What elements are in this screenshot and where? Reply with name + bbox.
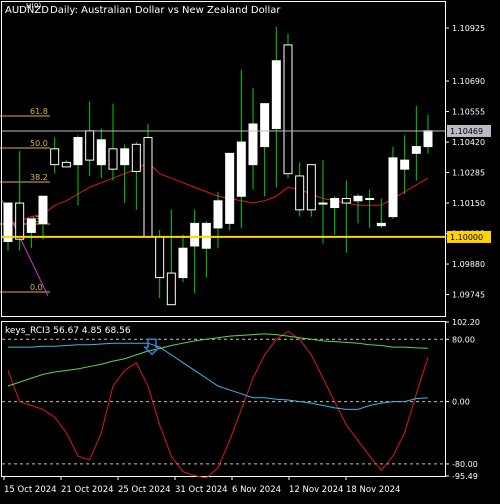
candle-body-bear: [295, 175, 305, 211]
timeframe-tag: H(0): [26, 2, 41, 10]
candle-body-bull: [213, 200, 223, 229]
candle-body-bull: [353, 195, 363, 202]
candle-body-bull: [248, 123, 258, 166]
time-tick-label: 15 Oct 2024: [4, 485, 57, 495]
indicator-tick-label: 0.00: [452, 398, 470, 407]
candle: [388, 146, 398, 219]
indicator-title: keys_RCI3 56.67 4.85 68.56: [5, 326, 131, 336]
candle-body-bull: [236, 141, 246, 197]
time-tick-label: 12 Nov 2024: [289, 485, 343, 495]
indicator-tick-label: 80.00: [452, 335, 475, 344]
time-tick-label: 25 Oct 2024: [118, 485, 171, 495]
candle: [283, 33, 293, 179]
candle-body-bear: [306, 164, 316, 211]
candle: [225, 152, 235, 231]
chart-canvas[interactable]: 61.850.038.223.60.0 1.109251.106901.1055…: [0, 0, 500, 500]
price-tick-label: 1.10690: [452, 77, 485, 86]
time-tick-label: 31 Oct 2024: [175, 485, 228, 495]
candle-body-bear: [15, 202, 25, 240]
price-tick-label: 1.10420: [452, 138, 485, 147]
candle-body-bear: [166, 272, 176, 306]
price-tick-label: 1.10555: [452, 108, 485, 117]
price-tick-label: 1.10285: [452, 169, 485, 178]
candle-body-bull: [120, 148, 130, 166]
trading-chart[interactable]: 61.850.038.223.60.0 1.109251.106901.1055…: [0, 0, 500, 500]
price-tick-label: 1.09745: [452, 291, 485, 300]
candle-body-bull: [201, 222, 211, 249]
chart-title: Daily: Australian Dollar vs New Zealand …: [50, 5, 281, 16]
time-tick-label: 6 Nov 2024: [232, 485, 281, 495]
fib-level-label: 38.2: [30, 173, 48, 182]
candle-body-bull: [260, 103, 270, 148]
candle-body-bull: [26, 218, 36, 233]
candle-body-bull: [411, 146, 421, 154]
candle-body-bull: [3, 202, 13, 242]
candle-body-bear: [155, 236, 165, 279]
candle: [143, 123, 153, 238]
candle-body-bull: [190, 222, 200, 247]
candle: [306, 164, 316, 217]
candle-body-bear: [341, 198, 351, 204]
candle-body-bull: [330, 198, 340, 209]
candle-body-bear: [131, 143, 141, 172]
level-price-label: 1.10000: [450, 233, 483, 242]
price-tick-label: 1.10150: [452, 199, 485, 208]
candle-body-bull: [318, 202, 328, 205]
candle-body-bull: [388, 157, 398, 218]
candle-body-bear: [50, 148, 60, 166]
candle-body-bull: [96, 139, 106, 166]
candle-body-bear: [85, 130, 95, 161]
candle-body-bull: [365, 198, 375, 201]
fib-level-label: 50.0: [30, 139, 48, 148]
candle-body-bull: [38, 195, 48, 224]
price-tick-label: 1.09880: [452, 260, 485, 269]
fib-level-label: 61.8: [30, 107, 48, 116]
candle-body-bull: [225, 152, 235, 224]
candle-body-bull: [73, 137, 83, 166]
candle-body-bear: [283, 44, 293, 175]
fib-level-label: 0.0: [30, 283, 43, 292]
time-tick-label: 21 Oct 2024: [61, 485, 114, 495]
candle-body-bull: [423, 130, 433, 148]
candle-body-bear: [143, 137, 153, 238]
candle-body-bull: [178, 247, 188, 279]
candle-body-bear: [61, 161, 71, 168]
candle-body-bull: [376, 222, 386, 227]
price-tick-label: 1.10925: [452, 24, 485, 33]
indicator-tick-label: -80.00: [452, 460, 478, 469]
candle-body-bear: [108, 148, 118, 170]
candle-body-bull: [400, 159, 410, 170]
indicator-tick-label: -95.49: [452, 472, 478, 481]
current-price-label: 1.10469: [450, 127, 483, 136]
time-tick-label: 18 Nov 2024: [346, 485, 400, 495]
indicator-tick-label: 102.20: [452, 318, 480, 327]
candle-body-bull: [271, 60, 281, 130]
